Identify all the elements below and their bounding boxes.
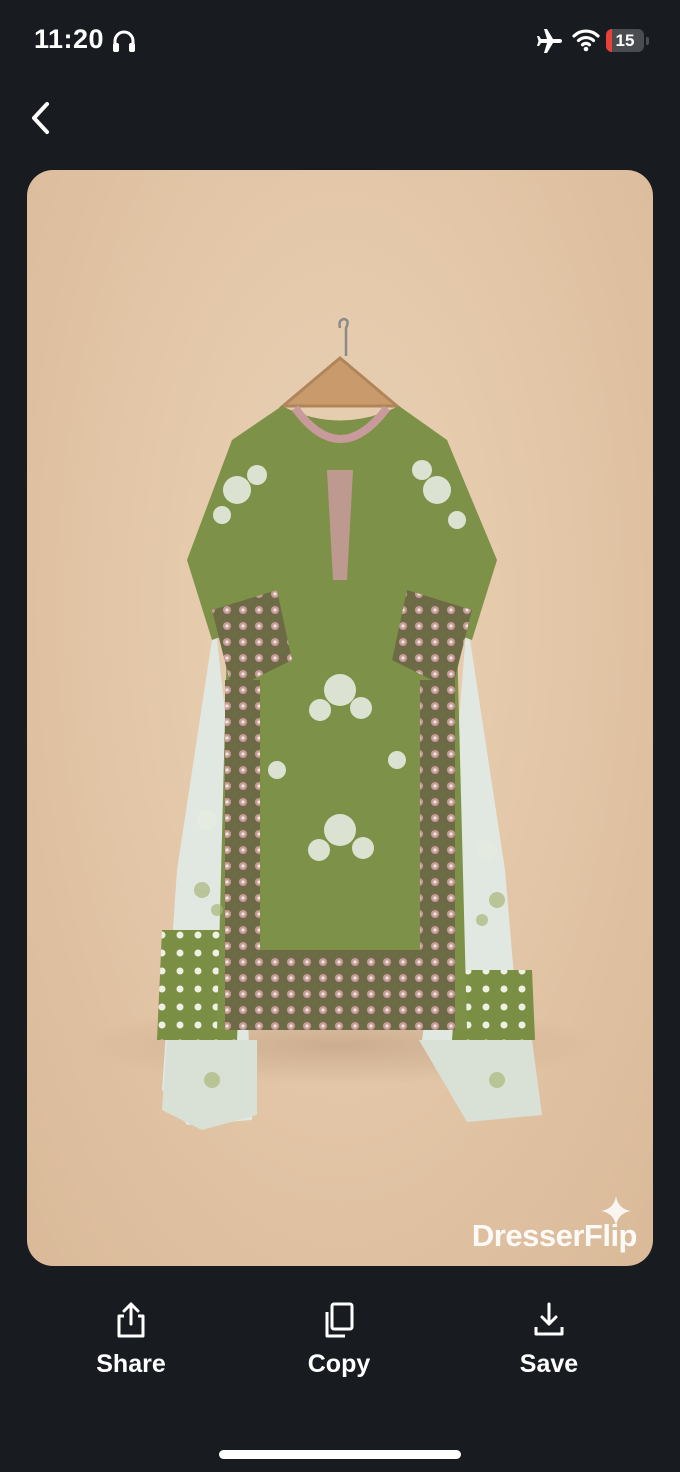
copy-button[interactable]: Copy: [269, 1300, 409, 1379]
save-button[interactable]: Save: [479, 1300, 619, 1379]
share-button[interactable]: Share: [61, 1300, 201, 1379]
share-icon: [117, 1302, 145, 1338]
status-bar: 11:20 15: [0, 0, 680, 80]
garment-image: [80, 317, 600, 1130]
share-label: Share: [96, 1350, 166, 1378]
product-photo[interactable]: DresserFlip: [27, 170, 653, 1266]
back-button[interactable]: [18, 96, 62, 140]
battery-indicator: 15: [606, 29, 650, 52]
battery-percent: 15: [615, 31, 635, 50]
wifi-icon: [572, 29, 600, 52]
airplane-icon: [537, 29, 562, 53]
chevron-left-icon: [32, 102, 49, 134]
watermark-logo: DresserFlip: [471, 1218, 638, 1253]
download-icon: [534, 1302, 564, 1336]
action-bar: Share Copy Save: [0, 1300, 680, 1400]
copy-label: Copy: [307, 1350, 371, 1378]
save-label: Save: [519, 1350, 579, 1378]
copy-icon: [325, 1302, 354, 1338]
home-indicator: [219, 1450, 461, 1459]
headphones-icon: [113, 30, 135, 52]
status-time: 11:20: [34, 24, 105, 54]
